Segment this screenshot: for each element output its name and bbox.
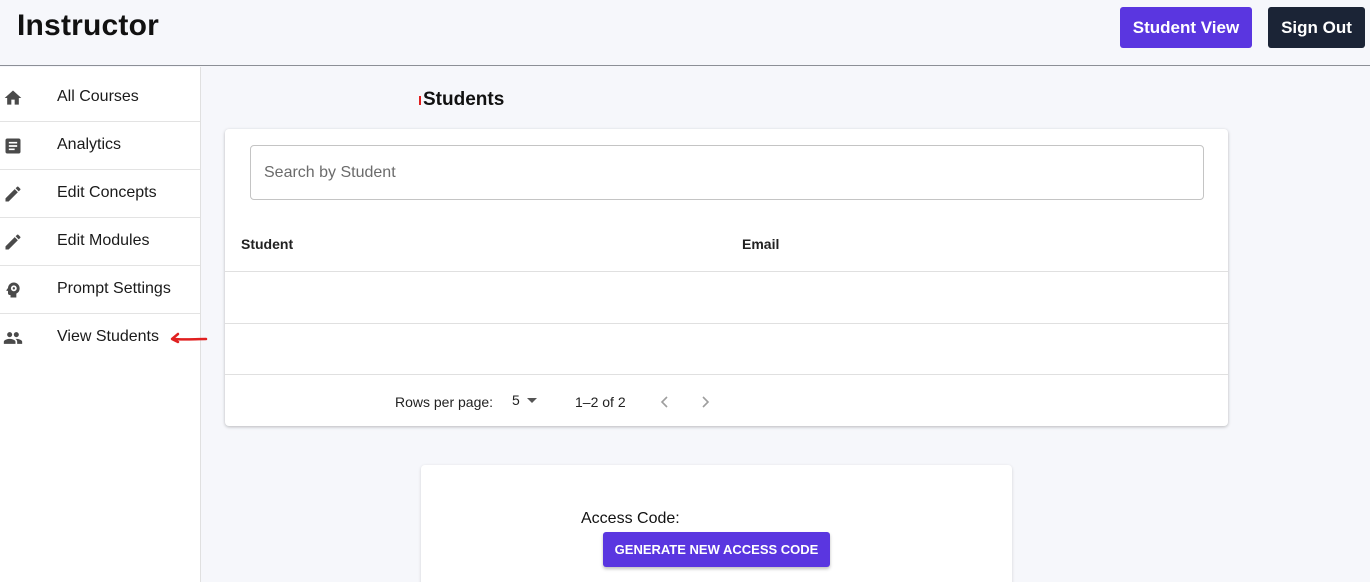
rows-per-page-select[interactable]: 5: [512, 392, 520, 408]
sidebar-item-label: Edit Concepts: [57, 184, 157, 201]
app-title: Instructor: [17, 9, 160, 42]
analytics-icon: [5, 138, 21, 154]
column-header-student[interactable]: Student: [241, 236, 293, 252]
generate-access-code-button[interactable]: GENERATE NEW ACCESS CODE: [603, 532, 830, 567]
student-view-button[interactable]: Student View: [1120, 7, 1252, 48]
page-title: Students: [423, 89, 505, 110]
pencil-icon: [5, 186, 21, 202]
table-row[interactable]: [225, 272, 1228, 323]
students-table-card: Student Email Rows per page: 5 1–2 of 2: [225, 129, 1228, 426]
sign-out-button[interactable]: Sign Out: [1268, 7, 1365, 48]
caret-down-icon[interactable]: [527, 398, 537, 403]
annotation-mark: [419, 96, 421, 105]
annotation-arrow-icon: [170, 332, 208, 344]
search-input[interactable]: [251, 146, 1203, 199]
sidebar-item-prompt-settings[interactable]: Prompt Settings: [0, 266, 200, 314]
pencil-icon: [5, 234, 21, 250]
chevron-left-icon[interactable]: [653, 390, 677, 414]
access-code-label: Access Code:: [581, 510, 680, 527]
access-code-card: Access Code: GENERATE NEW ACCESS CODE: [421, 465, 1012, 582]
sidebar-item-edit-concepts[interactable]: Edit Concepts: [0, 170, 200, 218]
chevron-right-icon[interactable]: [693, 390, 717, 414]
sidebar-item-analytics[interactable]: Analytics: [0, 122, 200, 170]
search-field: [250, 145, 1204, 200]
top-app-bar: Instructor Student View Sign Out: [0, 0, 1370, 66]
psychology-icon: [6, 282, 20, 298]
sidebar-item-label: Edit Modules: [57, 232, 150, 249]
sidebar-item-label: View Students: [57, 328, 159, 345]
sidebar-item-label: All Courses: [57, 88, 139, 105]
sidebar-item-label: Analytics: [57, 136, 122, 153]
sidebar-nav: All Courses Analytics Edit Concepts Edit…: [0, 67, 201, 582]
people-icon: [3, 332, 23, 344]
sidebar-item-label: Prompt Settings: [57, 280, 171, 297]
home-icon: [4, 90, 22, 105]
column-header-email[interactable]: Email: [742, 236, 779, 252]
pagination-range: 1–2 of 2: [575, 394, 626, 410]
rows-per-page-label: Rows per page:: [395, 394, 494, 410]
sidebar-item-all-courses[interactable]: All Courses: [0, 74, 200, 122]
sidebar-item-edit-modules[interactable]: Edit Modules: [0, 218, 200, 266]
table-row[interactable]: [225, 324, 1228, 375]
divider: [225, 374, 1228, 375]
